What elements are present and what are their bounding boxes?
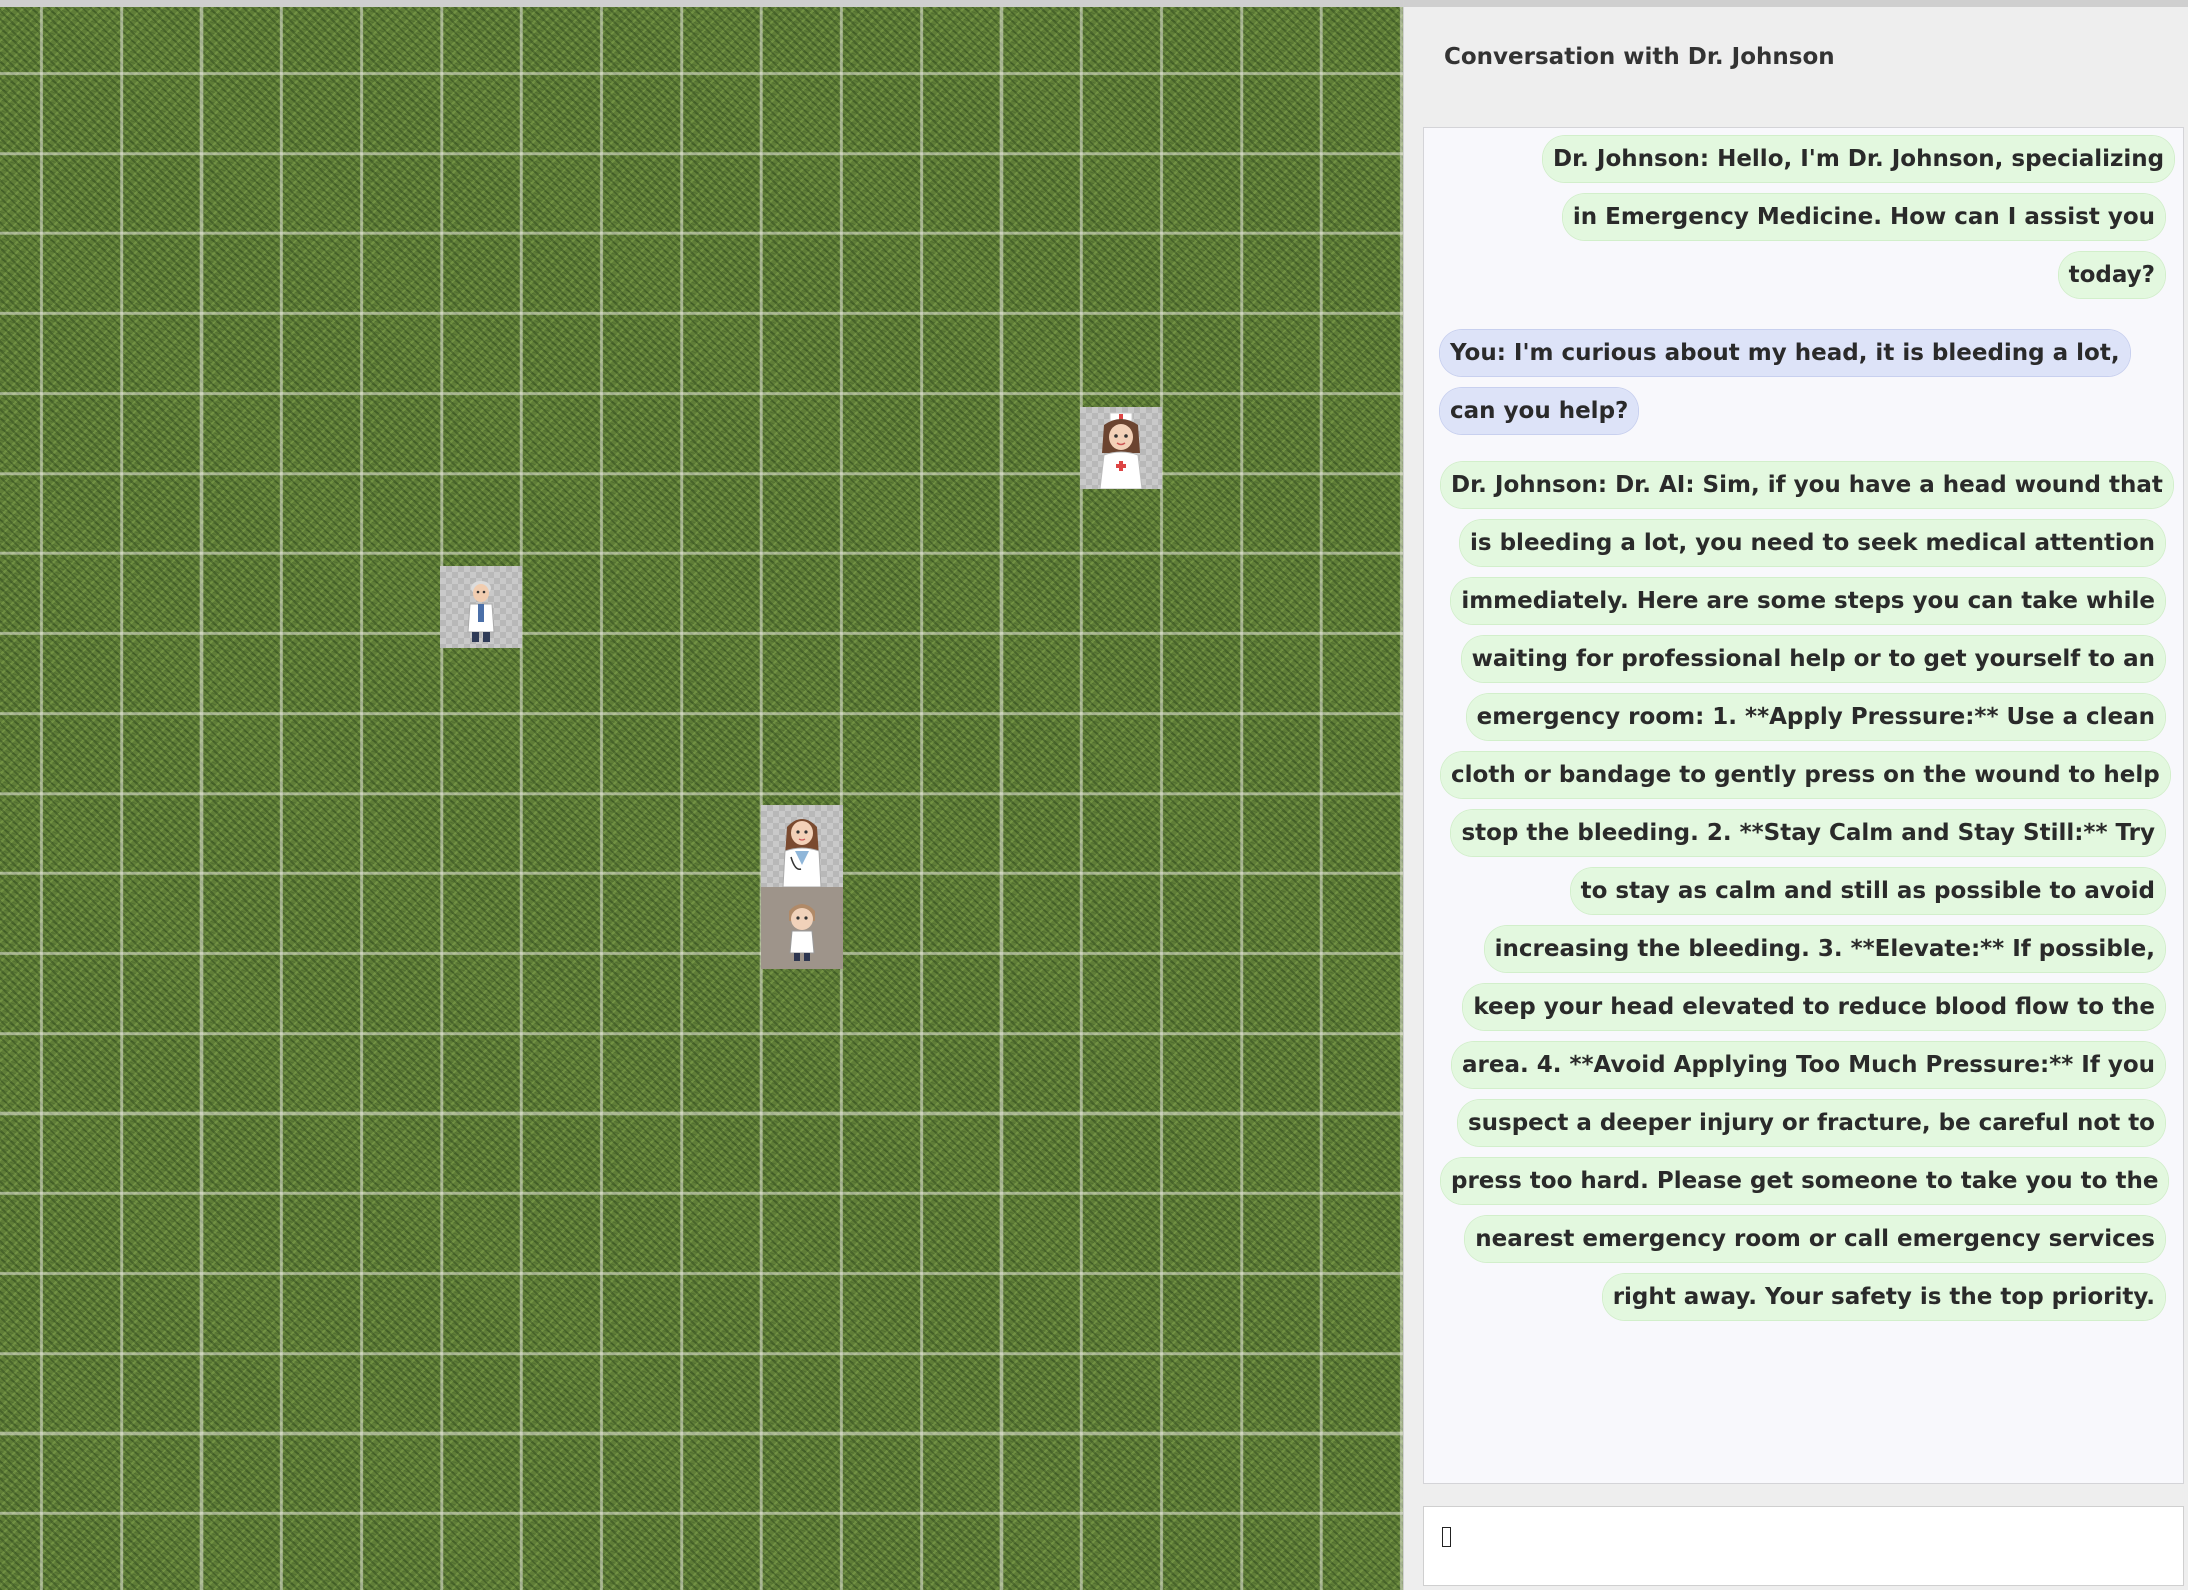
game-map[interactable] (0, 0, 1403, 1590)
nurse-character[interactable] (1080, 407, 1162, 489)
chat-title: Conversation with Dr. Johnson (1444, 44, 1835, 70)
nurse-icon (1099, 412, 1143, 489)
message-npc: Dr. Johnson: Dr. AI: Sim, if you have a … (1424, 456, 2183, 1326)
message-text: You: I'm curious about my head, it is bl… (1440, 330, 2130, 434)
message-npc: Dr. Johnson: Hello, I'm Dr. Johnson, spe… (1424, 130, 2183, 304)
chat-panel: Conversation with Dr. Johnson Dr. Johnso… (1403, 0, 2188, 1590)
message-text: Dr. Johnson: Hello, I'm Dr. Johnson, spe… (1543, 136, 2175, 298)
player-icon (789, 904, 815, 961)
doctor-icon-female (782, 819, 822, 887)
chat-input[interactable] (1423, 1506, 2184, 1586)
message-list[interactable]: Dr. Johnson: Hello, I'm Dr. Johnson, spe… (1423, 127, 2184, 1484)
text-cursor (1442, 1527, 1451, 1547)
doctor-character-male[interactable] (440, 566, 522, 648)
message-text: Dr. Johnson: Dr. AI: Sim, if you have a … (1441, 462, 2173, 1320)
player-character[interactable] (761, 887, 843, 969)
doctor-icon (467, 581, 495, 642)
doctor-character-female[interactable] (761, 805, 843, 887)
message-user: You: I'm curious about my head, it is bl… (1424, 324, 2183, 440)
